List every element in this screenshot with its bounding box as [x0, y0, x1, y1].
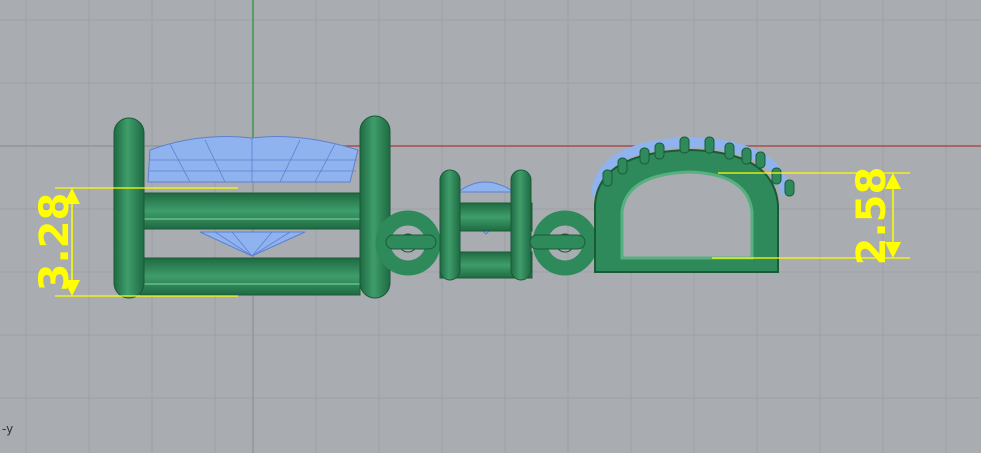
dimension-right-value: 2.58 — [849, 167, 895, 266]
left-bar-mid-top — [139, 192, 361, 230]
rhino-viewport-front[interactable]: 3.28 2.58 -y — [0, 0, 981, 453]
arch-inner-opening — [620, 170, 754, 260]
viewport-canvas[interactable]: 3.28 2.58 — [0, 0, 981, 453]
left-prong-right — [359, 115, 391, 299]
jump-ring-right-link — [529, 234, 586, 250]
jump-ring-left-link — [385, 234, 437, 250]
left-bar-bottom — [139, 257, 361, 296]
left-prong-left — [113, 117, 145, 299]
dimension-left-value: 3.28 — [32, 193, 78, 292]
view-axis-label: -y — [2, 422, 14, 436]
middle-prong-right — [510, 169, 532, 281]
middle-prong-left — [439, 169, 461, 281]
